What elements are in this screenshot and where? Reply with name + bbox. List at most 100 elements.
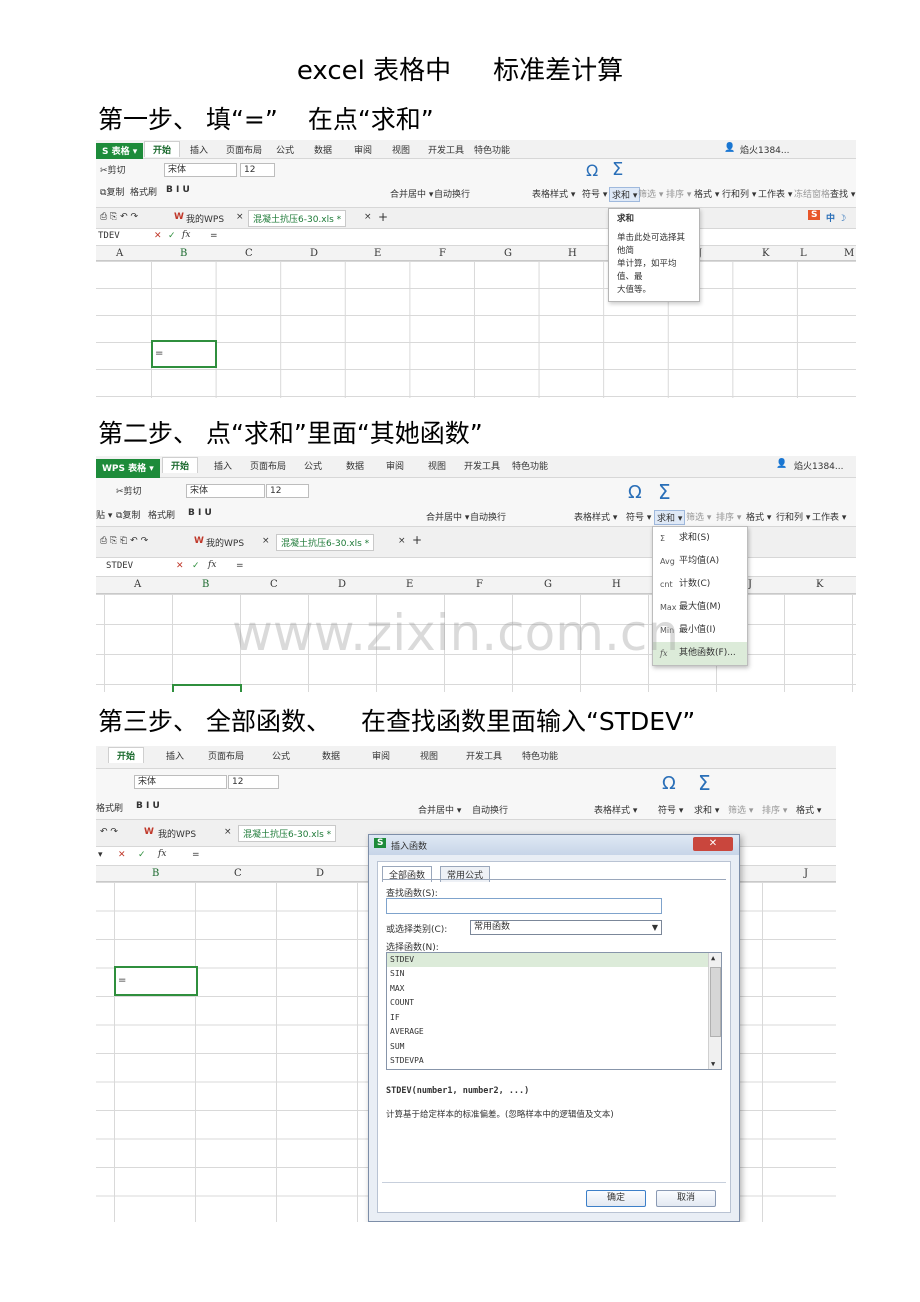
my-wps-tab[interactable]: 我的WPS (158, 827, 196, 840)
cancel-formula-icon[interactable]: ✕ (176, 561, 184, 571)
worksheet-button[interactable]: 工作表 ▾ (758, 187, 792, 200)
wrap-text-button[interactable]: 自动换行 (434, 187, 470, 200)
tab-insert[interactable]: 插入 (190, 143, 208, 156)
function-list-item[interactable]: SUM (387, 1040, 721, 1055)
tab-formulas[interactable]: 公式 (272, 749, 290, 762)
document-tab[interactable]: 混凝土抗压6-30.xls * (248, 210, 347, 227)
confirm-formula-icon[interactable]: ✓ (192, 561, 200, 571)
spreadsheet-grid[interactable] (96, 261, 856, 398)
tab-features[interactable]: 特色功能 (522, 749, 558, 762)
quick-access-icons[interactable]: ⎙ ⎘ ↶ ↷ (100, 212, 138, 222)
cancel-button[interactable]: 取消 (656, 1190, 716, 1207)
function-list[interactable]: STDEV SIN MAX COUNT IF AVERAGE SUM STDEV… (386, 952, 722, 1070)
format-button[interactable]: 格式 ▾ (796, 803, 821, 816)
column-header-d[interactable]: D (338, 579, 346, 590)
ok-button[interactable]: 确定 (586, 1190, 646, 1207)
tab-formulas[interactable]: 公式 (304, 459, 322, 472)
column-header-e[interactable]: E (374, 248, 381, 259)
tab-page-layout[interactable]: 页面布局 (250, 459, 286, 472)
freeze-panes-button[interactable]: 冻结窗格 (794, 187, 830, 200)
row-col-button[interactable]: 行和列 ▾ (776, 510, 810, 523)
app-menu-button[interactable]: WPS 表格 ▾ (96, 459, 160, 480)
column-header-d[interactable]: D (310, 248, 318, 259)
column-header-k[interactable]: K (816, 579, 823, 590)
function-list-item[interactable]: SIN (387, 967, 721, 982)
column-header-e[interactable]: E (406, 579, 413, 590)
column-header-b[interactable]: B (202, 579, 209, 590)
tab-review[interactable]: 审阅 (372, 749, 390, 762)
scroll-down-icon[interactable]: ▼ (711, 1060, 715, 1068)
close-tab-icon[interactable]: × (236, 212, 244, 222)
tab-developer[interactable]: 开发工具 (466, 749, 502, 762)
quick-access-icons[interactable]: ⎙ ⎘ ⎗ ↶ ↷ (100, 536, 148, 546)
symbol-button[interactable]: 符号 ▾ (626, 510, 651, 523)
tab-view[interactable]: 视图 (420, 749, 438, 762)
cancel-formula-icon[interactable]: ✕ (118, 850, 126, 860)
name-box[interactable]: STDEV (106, 561, 133, 571)
symbol-button[interactable]: 符号 ▾ (658, 803, 683, 816)
close-doc-tab-icon[interactable]: × (398, 536, 406, 546)
tab-review[interactable]: 审阅 (386, 459, 404, 472)
font-name-select[interactable]: 宋体 (164, 163, 237, 177)
tab-home[interactable]: 开始 (108, 747, 145, 763)
user-name[interactable]: 焰火1384... (794, 459, 844, 472)
sort-button[interactable]: 排序 ▾ (716, 510, 741, 523)
confirm-formula-icon[interactable]: ✓ (138, 850, 146, 860)
font-name-select[interactable]: 宋体 (134, 775, 227, 789)
column-header-g[interactable]: G (504, 248, 512, 259)
tab-data[interactable]: 数据 (322, 749, 340, 762)
bold-italic-underline-buttons[interactable]: B I U (188, 508, 212, 518)
close-doc-tab-icon[interactable]: × (364, 212, 372, 222)
column-header-j[interactable]: J (804, 868, 808, 879)
tab-review[interactable]: 审阅 (354, 143, 372, 156)
scroll-up-icon[interactable]: ▲ (711, 954, 715, 962)
row-col-button[interactable]: 行和列 ▾ (722, 187, 756, 200)
merge-center-button[interactable]: 合并居中 ▾ (418, 803, 461, 816)
close-tab-icon[interactable]: × (224, 827, 232, 837)
copy-button[interactable]: ⧉复制 (100, 185, 124, 198)
filter-button[interactable]: 筛选 ▾ (728, 803, 753, 816)
user-name[interactable]: 焰火1384... (740, 143, 790, 156)
fx-icon[interactable]: fx (208, 560, 216, 570)
merge-center-button[interactable]: 合并居中 ▾ (390, 187, 433, 200)
column-header-h[interactable]: H (568, 248, 577, 259)
column-header-c[interactable]: C (245, 248, 253, 259)
my-wps-tab[interactable]: 我的WPS (206, 536, 244, 549)
format-painter-button[interactable]: 格式刷 (96, 801, 123, 814)
font-size-select[interactable]: 12 (228, 775, 279, 789)
bold-italic-underline-buttons[interactable]: B I U (136, 801, 160, 811)
quick-access-icons[interactable]: ↶ ↷ (100, 827, 118, 837)
list-scrollbar[interactable]: ▲ ▼ (708, 953, 721, 1069)
column-header-h[interactable]: H (612, 579, 621, 590)
function-list-item[interactable]: STDEVPA (387, 1054, 721, 1069)
tab-data[interactable]: 数据 (314, 143, 332, 156)
fx-icon[interactable]: fx (158, 849, 166, 859)
tab-view[interactable]: 视图 (428, 459, 446, 472)
name-box[interactable]: TDEV (98, 231, 120, 241)
tab-insert[interactable]: 插入 (166, 749, 184, 762)
paste-button[interactable]: 贴 ▾ (96, 508, 112, 521)
close-tab-icon[interactable]: × (262, 536, 270, 546)
tab-features[interactable]: 特色功能 (512, 459, 548, 472)
selected-cell-b[interactable]: = (151, 340, 217, 368)
formula-input[interactable]: = (236, 561, 244, 571)
document-tab[interactable]: 混凝土抗压6-30.xls * (238, 825, 337, 842)
tab-page-layout[interactable]: 页面布局 (208, 749, 244, 762)
selected-cell-b[interactable] (172, 684, 242, 692)
new-tab-icon[interactable]: + (378, 210, 388, 224)
table-style-button[interactable]: 表格样式 ▾ (532, 187, 575, 200)
category-select[interactable]: 常用函数 ▼ (470, 920, 662, 935)
wrap-text-button[interactable]: 自动换行 (470, 510, 506, 523)
font-size-select[interactable]: 12 (266, 484, 309, 498)
function-list-item[interactable]: IF (387, 1011, 721, 1026)
column-header-g[interactable]: G (544, 579, 552, 590)
tab-insert[interactable]: 插入 (214, 459, 232, 472)
column-header-l[interactable]: L (800, 248, 807, 259)
tab-formulas[interactable]: 公式 (276, 143, 294, 156)
tab-features[interactable]: 特色功能 (474, 143, 510, 156)
tab-home[interactable]: 开始 (162, 457, 199, 473)
sort-button[interactable]: 排序 ▾ (762, 803, 787, 816)
format-painter-button[interactable]: 格式刷 (148, 508, 175, 521)
column-header-m[interactable]: M (844, 248, 854, 259)
column-header-c[interactable]: C (234, 868, 242, 879)
